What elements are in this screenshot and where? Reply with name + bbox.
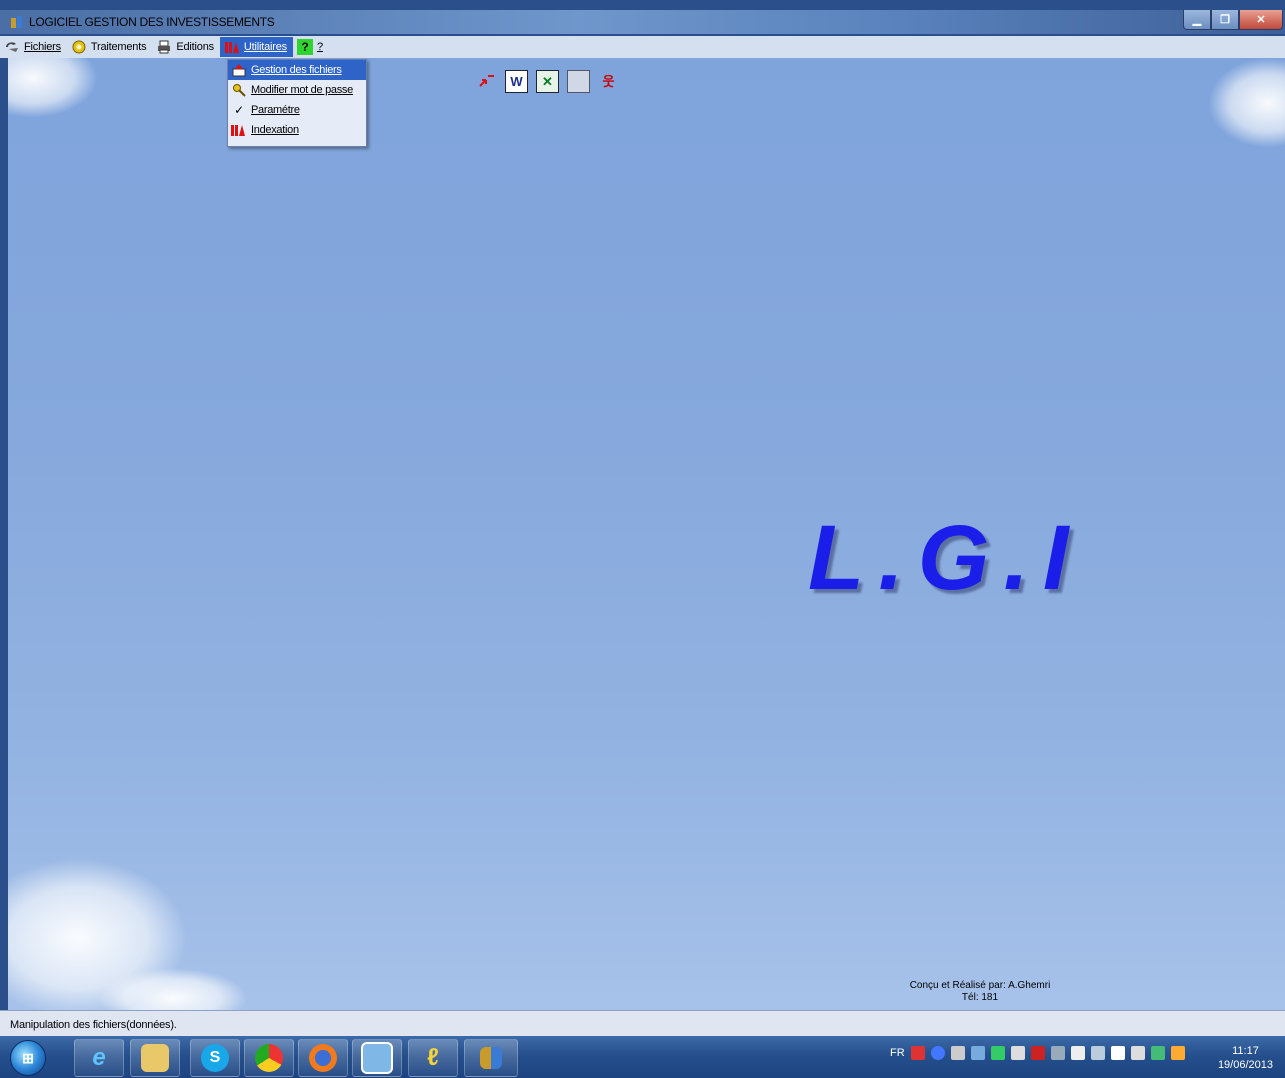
tray-sync-icon[interactable] xyxy=(1050,1046,1065,1060)
menu-fichiers[interactable]: Fichiers xyxy=(0,37,67,57)
tray-antivirus-icon[interactable] xyxy=(1030,1046,1045,1060)
fichiers-icon xyxy=(4,39,20,55)
status-bar: Manipulation des fichiers(données). xyxy=(0,1010,1285,1037)
chrome-icon[interactable] xyxy=(244,1039,294,1077)
internet-explorer-icon[interactable]: e xyxy=(74,1039,124,1077)
gear-icon xyxy=(71,39,87,55)
menu-bar: Fichiers Traitements Editions Utilitaire… xyxy=(0,36,1285,58)
windows-start-icon[interactable]: ⊞ xyxy=(10,1040,46,1076)
excel-icon[interactable]: ✕ xyxy=(536,70,559,93)
menu-item-modifier-mot-de-passe[interactable]: Modifier mot de passe xyxy=(228,80,366,100)
menu-item-indexation[interactable]: Indexation xyxy=(228,120,366,140)
file-upload-icon xyxy=(231,62,247,78)
checkmark-icon: ✓ xyxy=(234,103,244,117)
tray-update-icon[interactable] xyxy=(990,1046,1005,1060)
client-area: W ✕ 웃 L.G.I xyxy=(8,58,1285,1010)
toolbar: W ✕ 웃 xyxy=(476,70,619,93)
tray-display-icon[interactable] xyxy=(1090,1046,1105,1060)
help-icon: ? xyxy=(296,39,313,55)
menu-help[interactable]: ? ? xyxy=(293,37,329,57)
index-icon xyxy=(231,122,247,138)
tray-flag-icon[interactable] xyxy=(1110,1046,1125,1060)
printer-icon xyxy=(156,39,172,55)
user-icon[interactable]: 웃 xyxy=(598,70,619,91)
tray-message-icon[interactable] xyxy=(1070,1046,1085,1060)
tray-monitor-icon[interactable] xyxy=(1010,1046,1025,1060)
tray-security-icon[interactable] xyxy=(1150,1046,1165,1060)
key-icon xyxy=(231,82,247,98)
lgi-app-icon[interactable] xyxy=(464,1039,518,1077)
menu-item-gestion-des-fichiers[interactable]: Gestion des fichiers xyxy=(228,60,366,80)
taskbar: ⊞ e S ℓ FR 11:17 19/06/2013 xyxy=(0,1036,1285,1078)
tray-help-icon[interactable] xyxy=(930,1046,945,1060)
exit-icon[interactable] xyxy=(476,70,497,91)
system-tray: FR xyxy=(890,1046,1185,1060)
app-logo: L.G.I xyxy=(808,507,1083,609)
tray-network-icon[interactable] xyxy=(950,1046,965,1060)
title-bar: LOGICIEL GESTION DES INVESTISSEMENTS ▁ ❐… xyxy=(0,10,1285,34)
word-icon[interactable]: W xyxy=(505,70,528,93)
credits-phone: Tél: 181 xyxy=(961,992,999,1003)
utilitaires-dropdown: Gestion des fichiers Modifier mot de pas… xyxy=(227,59,367,147)
calculator-icon[interactable] xyxy=(567,70,590,93)
minimize-button[interactable]: ▁ xyxy=(1183,10,1211,30)
app-icon xyxy=(11,16,22,28)
skype-icon[interactable]: S xyxy=(190,1039,240,1077)
tools-icon xyxy=(224,39,240,55)
status-text: Manipulation des fichiers(données). xyxy=(10,1019,177,1031)
clock-date: 19/06/2013 xyxy=(1217,1059,1273,1071)
menu-utilitaires[interactable]: Utilitaires xyxy=(219,37,293,57)
file-explorer-icon[interactable] xyxy=(130,1039,180,1077)
firefox-icon[interactable] xyxy=(298,1039,348,1077)
cloud-decoration xyxy=(98,968,248,1010)
tray-power-icon[interactable] xyxy=(1130,1046,1145,1060)
volume-icon[interactable] xyxy=(1170,1046,1185,1060)
close-button[interactable]: ✕ xyxy=(1239,10,1283,30)
cloud-decoration xyxy=(8,58,98,118)
cloud-decoration xyxy=(1208,58,1285,148)
clock-time: 11:17 xyxy=(1232,1045,1259,1057)
language-indicator[interactable]: FR xyxy=(890,1047,905,1059)
tray-device-icon[interactable] xyxy=(970,1046,985,1060)
photo-viewer-icon[interactable] xyxy=(352,1039,402,1077)
menu-item-parametre[interactable]: ✓ Paramétre xyxy=(228,100,366,120)
menu-traitements[interactable]: Traitements xyxy=(67,37,152,57)
credits-author: Conçu et Réalisé par: A.Ghemri xyxy=(909,980,1051,991)
clock[interactable]: 11:17 19/06/2013 xyxy=(1218,1044,1273,1072)
pen-app-icon[interactable]: ℓ xyxy=(408,1039,458,1077)
window-title: LOGICIEL GESTION DES INVESTISSEMENTS xyxy=(29,15,275,29)
credits: Conçu et Réalisé par: A.Ghemri Tél: 181 xyxy=(880,980,1080,1004)
restore-button[interactable]: ❐ xyxy=(1211,10,1239,30)
tray-app-icon[interactable] xyxy=(910,1046,925,1060)
menu-editions[interactable]: Editions xyxy=(152,37,220,57)
